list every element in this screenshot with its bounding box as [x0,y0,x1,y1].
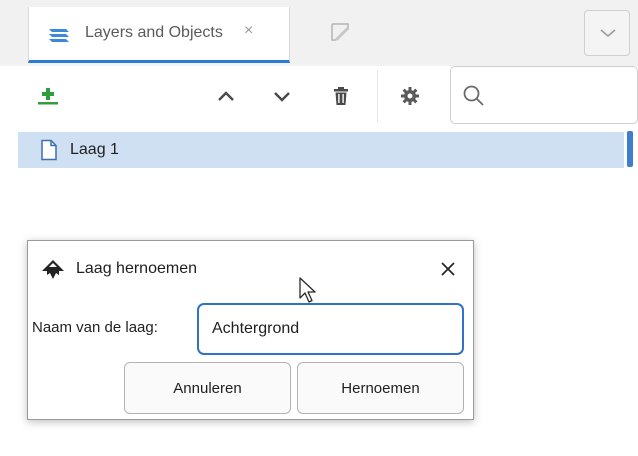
document-icon [41,139,57,161]
raise-layer-button[interactable] [210,80,242,112]
tabs-overflow-button[interactable] [584,10,630,56]
add-layer-icon [38,88,58,105]
chevron-up-icon [218,91,234,101]
tab-fill-and-stroke[interactable] [310,18,358,51]
trash-icon [334,87,348,105]
chevron-down-icon [600,29,616,38]
add-layer-button[interactable] [32,80,64,112]
dialog-close-button[interactable] [432,253,464,285]
layer-name-field[interactable] [197,303,464,355]
delete-layer-button[interactable] [325,80,357,112]
lower-layer-button[interactable] [266,80,298,112]
fill-stroke-icon [331,23,350,42]
toolbar-separator [377,70,378,122]
layers-toolbar [0,66,638,128]
chevron-down-icon [274,92,290,102]
dialog-title: Laag hernoemen [76,260,197,277]
search-icon [463,85,484,106]
search-box [450,66,638,124]
scrollbar-thumb[interactable] [627,131,633,167]
layer-name: Laag 1 [70,141,119,158]
layer-row[interactable]: Laag 1 [18,132,624,168]
settings-button[interactable] [394,80,426,112]
layers-icon [46,25,72,50]
mouse-cursor-icon [298,276,320,309]
tab-layers-and-objects[interactable]: Layers and Objects × [28,7,290,63]
close-icon [441,262,455,276]
inkscape-logo-icon [40,259,66,286]
gear-icon [401,87,419,105]
search-input[interactable] [495,81,629,111]
dock-tab-bar: Layers and Objects × [0,0,638,67]
cancel-button[interactable]: Annuleren [124,362,291,414]
layer-name-label: Naam van de laag: [32,319,158,336]
rename-layer-dialog: Laag hernoemen Naam van de laag: Annuler… [27,240,474,420]
rename-button[interactable]: Hernoemen [297,362,464,414]
tab-close-icon[interactable]: × [244,22,253,40]
tab-label: Layers and Objects [85,24,223,41]
